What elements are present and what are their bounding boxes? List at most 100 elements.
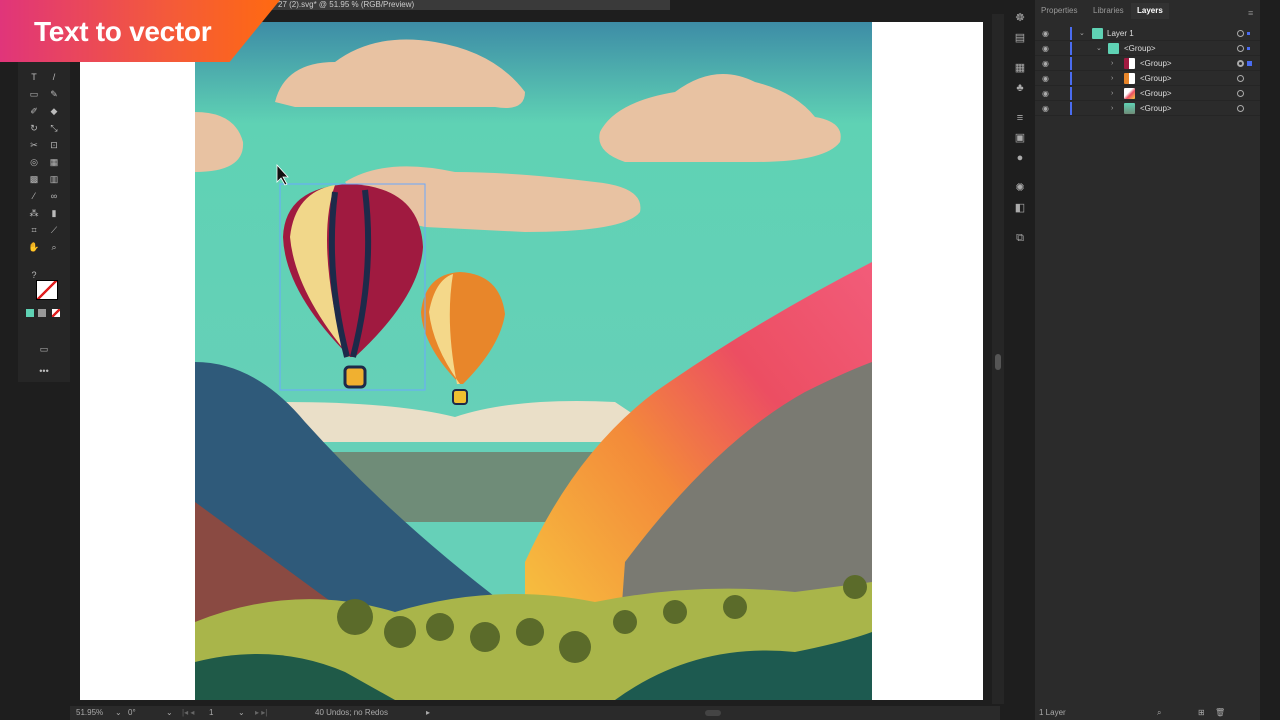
brush-tool-icon[interactable]: ✎ — [48, 89, 60, 99]
target-icon[interactable] — [1237, 45, 1244, 52]
vector-artwork[interactable] — [195, 22, 872, 700]
document-tab[interactable]: 27 (2).svg* @ 51.95 % (RGB/Preview) — [270, 0, 670, 10]
color-mode-icon[interactable] — [26, 309, 34, 317]
artboards-icon[interactable]: ⧉ — [1014, 232, 1026, 244]
zoom-dropdown-icon[interactable]: ⌄ — [115, 706, 122, 720]
zoom-level[interactable]: 51.95% — [76, 706, 103, 720]
layer-name: Layer 1 — [1107, 29, 1134, 38]
shape-builder-icon[interactable]: ◎ — [28, 157, 40, 167]
line-tool-icon[interactable]: / — [48, 72, 60, 82]
gradient-icon[interactable]: ▣ — [1014, 132, 1026, 144]
artboard-dropdown-icon[interactable]: ⌄ — [238, 706, 245, 720]
layer-row[interactable]: ◉ › <Group> — [1035, 56, 1260, 71]
scrollbar-thumb[interactable] — [995, 354, 1001, 370]
fill-stroke-swatch[interactable] — [36, 280, 58, 300]
layers-panel: Properties Libraries Layers ≡ ◉ ⌄ Layer … — [1035, 0, 1260, 720]
chevron-right-icon[interactable]: › — [1111, 101, 1113, 116]
graph-tool-icon[interactable]: ▮ — [48, 208, 60, 218]
rectangle-tool-icon[interactable]: ▭ — [28, 89, 40, 99]
symbol-sprayer-icon[interactable]: ⁂ — [28, 208, 40, 218]
symbols-icon[interactable]: ♣ — [1014, 82, 1026, 94]
visibility-eye-icon[interactable]: ◉ — [1042, 101, 1049, 116]
chevron-down-icon[interactable]: ⌄ — [1079, 26, 1085, 41]
layer-name: <Group> — [1124, 44, 1156, 53]
new-layer-icon[interactable]: ⊞ — [1198, 706, 1205, 720]
locate-object-icon[interactable]: ⌕ — [1157, 706, 1161, 720]
eraser-tool-icon[interactable]: ◆ — [48, 106, 60, 116]
gradient-mode-icon[interactable] — [38, 309, 46, 317]
banner-text: Text to vector — [34, 16, 212, 47]
vertical-scrollbar[interactable] — [992, 14, 1004, 704]
chevron-right-icon[interactable]: › — [1111, 86, 1113, 101]
chevron-down-icon[interactable]: ⌄ — [1096, 41, 1102, 56]
layer-thumbnail — [1124, 88, 1135, 99]
target-icon[interactable] — [1237, 90, 1244, 97]
layer-thumbnail — [1124, 58, 1135, 69]
target-icon[interactable] — [1237, 105, 1244, 112]
scale-tool-icon[interactable]: ⤡ — [48, 123, 60, 133]
layer-row[interactable]: ◉ › <Group> — [1035, 86, 1260, 101]
visibility-eye-icon[interactable]: ◉ — [1042, 26, 1049, 41]
mesh-tool-icon[interactable]: ▩ — [28, 174, 40, 184]
panel-menu-icon[interactable]: ≡ — [1248, 8, 1253, 18]
transparency-icon[interactable]: ● — [1014, 152, 1026, 164]
artboard-tool-icon[interactable]: ⌗ — [28, 225, 40, 235]
none-mode-icon[interactable] — [52, 309, 60, 317]
stroke-icon[interactable]: ≡ — [1014, 112, 1026, 124]
target-icon[interactable] — [1237, 75, 1244, 82]
layer-thumbnail — [1092, 28, 1103, 39]
layer-count: 1 Layer — [1039, 708, 1066, 717]
rotation-value[interactable]: 0° — [128, 706, 136, 720]
gradient-tool-icon[interactable]: ▥ — [48, 174, 60, 184]
artboard-number[interactable]: 1 — [209, 706, 213, 720]
target-icon[interactable] — [1237, 30, 1244, 37]
blend-tool-icon[interactable]: ∞ — [48, 191, 60, 201]
swap-colors-icon[interactable]: ? — [28, 270, 40, 280]
libraries-icon[interactable]: ▦ — [1014, 62, 1026, 74]
slice-tool-icon[interactable]: ⟋ — [48, 225, 60, 235]
layer-row[interactable]: ◉ › <Group> — [1035, 101, 1260, 116]
free-transform-icon[interactable]: ⊡ — [48, 140, 60, 150]
visibility-eye-icon[interactable]: ◉ — [1042, 86, 1049, 101]
visibility-eye-icon[interactable]: ◉ — [1042, 71, 1049, 86]
rotation-dropdown-icon[interactable]: ⌄ — [166, 706, 173, 720]
chevron-right-icon[interactable]: › — [1111, 56, 1113, 71]
hand-tool-icon[interactable]: ✋ — [28, 242, 40, 252]
zoom-tool-icon[interactable]: ⌕ — [48, 242, 60, 252]
next-artboard-icon[interactable]: ▸ ▸| — [255, 706, 267, 720]
warp-tool-icon[interactable]: ✂ — [28, 140, 40, 150]
layer-row[interactable]: ◉ ⌄ Layer 1 — [1035, 26, 1260, 41]
screen-mode-icon[interactable]: ▭ — [38, 344, 50, 354]
selection-indicator[interactable] — [1247, 61, 1252, 66]
document-icon[interactable]: ▤ — [1014, 32, 1026, 44]
perspective-icon[interactable]: ▦ — [48, 157, 60, 167]
layer-thumbnail — [1108, 43, 1119, 54]
rotate-tool-icon[interactable]: ↻ — [28, 123, 40, 133]
tab-libraries[interactable]: Libraries — [1093, 3, 1124, 19]
shaper-tool-icon[interactable]: ✐ — [28, 106, 40, 116]
type-tool-icon[interactable]: T — [28, 72, 40, 82]
layer-name: <Group> — [1140, 59, 1172, 68]
assets-icon[interactable]: ☸ — [1014, 12, 1026, 24]
first-artboard-icon[interactable]: |◂ ◂ — [182, 706, 194, 720]
eyedropper-icon[interactable]: ⁄ — [28, 191, 40, 201]
visibility-eye-icon[interactable]: ◉ — [1042, 56, 1049, 71]
chevron-right-icon[interactable]: › — [1111, 71, 1113, 86]
visibility-eye-icon[interactable]: ◉ — [1042, 41, 1049, 56]
horizontal-scrollbar-thumb[interactable] — [705, 710, 721, 716]
layer-name: <Group> — [1140, 104, 1172, 113]
tools-panel: T / ▭ ✎ ✐ ◆ ↻ ⤡ ✂ ⊡ ◎ ▦ ▩ ▥ ⁄ ∞ ⁂ ▮ ⌗ ⟋ … — [18, 52, 70, 382]
appearance-icon[interactable]: ✺ — [1014, 182, 1026, 194]
status-menu-arrow-icon[interactable]: ▸ — [426, 706, 430, 720]
more-tools-icon[interactable]: ••• — [38, 366, 50, 376]
graphic-styles-icon[interactable]: ◧ — [1014, 202, 1026, 214]
tab-layers[interactable]: Layers — [1131, 3, 1169, 19]
target-icon[interactable] — [1237, 60, 1244, 67]
layer-row[interactable]: ◉ ⌄ <Group> — [1035, 41, 1260, 56]
layers-panel-footer: 1 Layer ⌕ ⊞ 🗑 — [1035, 706, 1260, 720]
layer-row[interactable]: ◉ › <Group> — [1035, 71, 1260, 86]
panel-icon-strip: ☸ ▤ ▦ ♣ ≡ ▣ ● ✺ ◧ ⧉ — [1008, 8, 1032, 258]
tab-properties[interactable]: Properties — [1041, 3, 1077, 19]
layer-name: <Group> — [1140, 74, 1172, 83]
delete-layer-icon[interactable]: 🗑 — [1215, 706, 1225, 720]
